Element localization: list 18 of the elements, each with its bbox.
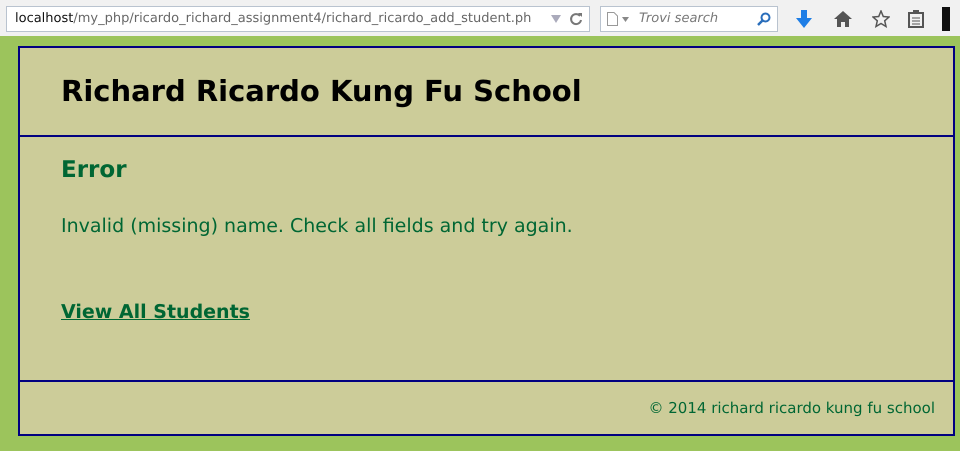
search-input[interactable]: Trovi search [637,8,757,30]
error-heading: Error [61,157,128,185]
download-icon[interactable] [796,10,812,28]
clipboard-icon[interactable] [908,10,924,28]
dropdown-icon[interactable] [551,15,561,23]
home-icon[interactable] [834,11,852,27]
caret-icon[interactable] [622,16,629,22]
error-message: Invalid (missing) name. Check all fields and try again. [61,214,574,239]
search-icon[interactable] [757,12,771,26]
address-bar[interactable]: localhost/my_php/ricardo_richard_assignment4/richard_ricardo_add_student.ph [6,6,590,32]
page-icon [607,12,618,26]
reload-icon[interactable] [569,12,583,26]
url-text: localhost/my_php/ricardo_richard_assignment4/richard_ricardo_add_student.ph [15,10,532,28]
view-all-students-link[interactable]: View All Students [61,301,250,324]
copyright-text: © 2014 richard ricardo kung fu school [648,398,935,419]
site-title: Richard Ricardo Kung Fu School [61,74,582,109]
search-field[interactable]: Trovi search [600,6,778,32]
star-icon[interactable] [872,10,890,28]
